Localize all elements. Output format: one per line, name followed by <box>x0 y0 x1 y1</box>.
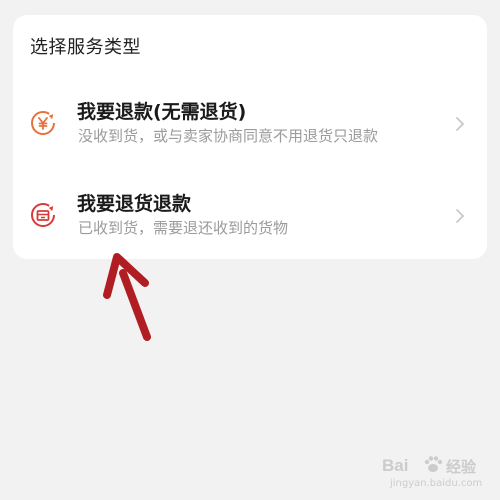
chevron-right-icon <box>456 209 465 223</box>
option-title: 我要退款(无需退货) <box>77 101 247 123</box>
annotation-arrow-icon <box>103 253 151 341</box>
yen-refund-icon <box>31 111 55 135</box>
option-return-and-refund[interactable]: 我要退货退款 已收到货，需要退还收到的货物 <box>13 187 487 267</box>
watermark-brand: Bai <box>382 456 409 475</box>
return-goods-icon <box>31 203 55 227</box>
option-title: 我要退货退款 <box>77 193 192 215</box>
watermark-url: jingyan.baidu.com <box>390 478 483 489</box>
option-refund-only[interactable]: 我要退款(无需退货) 没收到货，或与卖家协商同意不用退货只退款 <box>13 95 487 175</box>
card-title: 选择服务类型 <box>30 37 141 58</box>
service-type-card: 选择服务类型 我要退款(无需退货) 没收到货，或与卖家协商同意不用退货只退款 我… <box>13 15 487 259</box>
chevron-right-icon <box>456 117 465 131</box>
option-subtitle: 没收到货，或与卖家协商同意不用退货只退款 <box>78 127 379 145</box>
option-subtitle: 已收到货，需要退还收到的货物 <box>78 219 289 237</box>
watermark-brand-suffix: 经验 <box>446 459 477 476</box>
paw-icon <box>424 456 443 472</box>
baidu-jingyan-watermark: Bai 经验 jingyan.baidu.com <box>352 448 490 494</box>
